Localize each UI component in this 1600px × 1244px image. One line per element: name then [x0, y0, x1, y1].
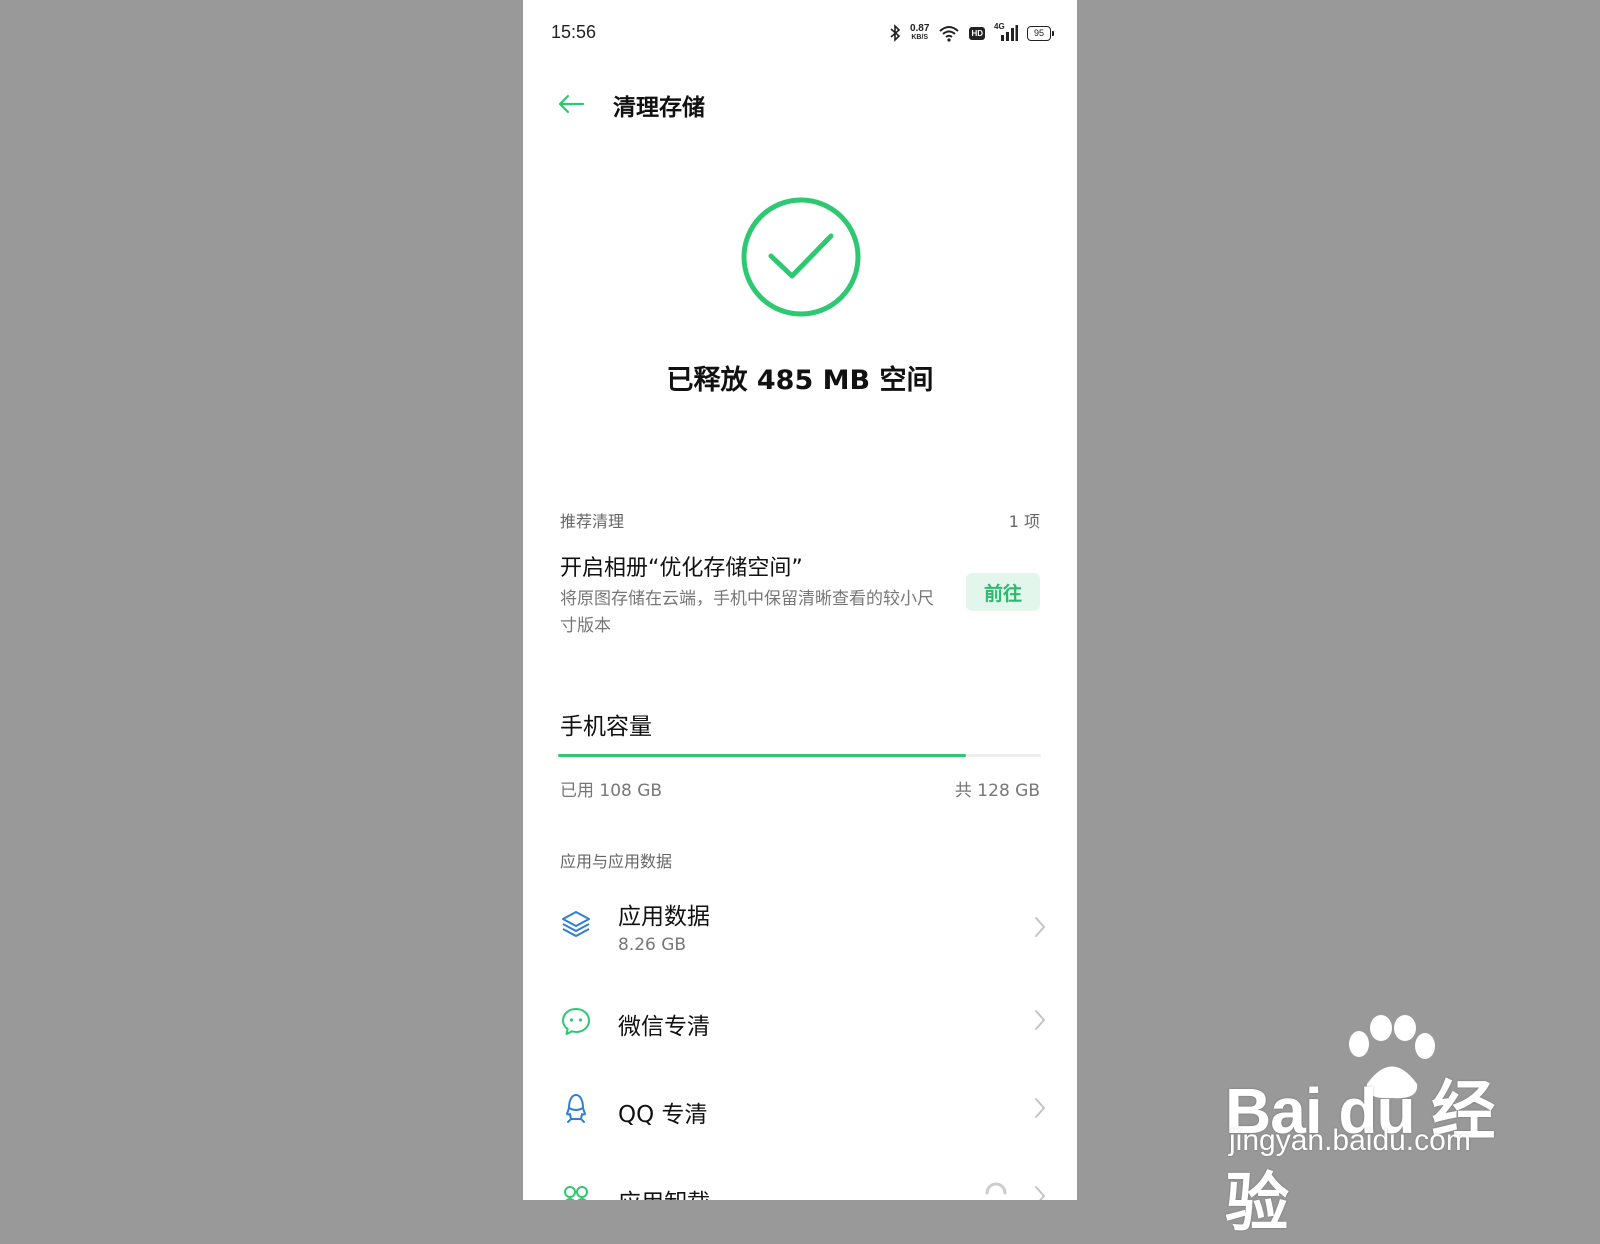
- battery-level: 95: [1033, 28, 1044, 38]
- back-arrow-icon: [558, 94, 585, 114]
- layers-icon: [562, 911, 590, 937]
- list-item-label: 微信专清: [618, 1014, 710, 1040]
- freed-space-message: 已释放 485 MB 空间: [666, 365, 934, 396]
- go-button[interactable]: 前往: [966, 573, 1040, 611]
- network-speed: 0.87 KB/S: [910, 24, 929, 42]
- network-speed-unit: KB/S: [911, 34, 929, 41]
- chevron-right-icon: [1035, 917, 1046, 937]
- battery-icon: 95: [1027, 25, 1054, 41]
- status-bar: 15:56 0.87 KB/S HD 4G 95: [523, 0, 1077, 66]
- wifi-icon: [939, 26, 960, 42]
- status-icons: 0.87 KB/S HD 4G 95: [889, 22, 1054, 44]
- baidu-jingyan-watermark: Bai du 经验 jingyan.baidu.com: [1225, 1015, 1525, 1239]
- apps-section-label: 应用与应用数据: [560, 852, 673, 871]
- capacity-used: 已用 108 GB: [560, 781, 663, 801]
- list-item-wechat-clean[interactable]: 微信专清: [523, 980, 1077, 1060]
- recommend-section-label: 推荐清理: [560, 512, 625, 531]
- capacity-bar-fill: [558, 754, 966, 757]
- wechat-icon: [562, 1008, 590, 1035]
- status-time: 15:56: [551, 22, 597, 42]
- qq-icon: [566, 1094, 586, 1123]
- page-title: 清理存储: [613, 95, 705, 121]
- capacity-title: 手机容量: [560, 714, 652, 740]
- network-speed-value: 0.87: [909, 23, 930, 34]
- check-circle-icon: [741, 197, 861, 317]
- app-uninstall-icon: [564, 1186, 588, 1200]
- back-button[interactable]: [553, 86, 589, 122]
- bluetooth-icon: [890, 24, 901, 42]
- recommend-count: 1 项: [1008, 512, 1040, 531]
- signal-4g-icon: 4G: [994, 22, 1018, 42]
- list-item-size: 8.26 GB: [618, 935, 687, 955]
- chevron-right-icon: [1035, 1010, 1046, 1030]
- loading-spinner-icon: [985, 1182, 1007, 1195]
- watermark-url: jingyan.baidu.com: [1229, 1124, 1471, 1157]
- capacity-bar: [558, 754, 1041, 757]
- recommend-title: 开启相册“优化存储空间”: [560, 556, 803, 581]
- list-item-qq-clean[interactable]: QQ 专清: [523, 1068, 1077, 1148]
- capacity-total: 共 128 GB: [954, 781, 1040, 801]
- recommend-description: 将原图存储在云端，手机中保留清晰查看的较小尺寸版本: [560, 589, 934, 636]
- chevron-right-icon: [1035, 1186, 1046, 1200]
- list-item-label: 应用卸载: [618, 1183, 710, 1200]
- list-item-app-data[interactable]: 应用数据 8.26 GB: [523, 890, 1077, 970]
- phone-screen: 15:56 0.87 KB/S HD 4G 95 清理存储 已释放 485 MB…: [523, 0, 1077, 1200]
- list-item-label: QQ 专清: [618, 1102, 708, 1128]
- hd-icon: HD: [969, 26, 985, 40]
- chevron-right-icon: [1035, 1098, 1046, 1118]
- title-bar: 清理存储: [523, 78, 1077, 130]
- list-item-label: 应用数据: [618, 904, 710, 930]
